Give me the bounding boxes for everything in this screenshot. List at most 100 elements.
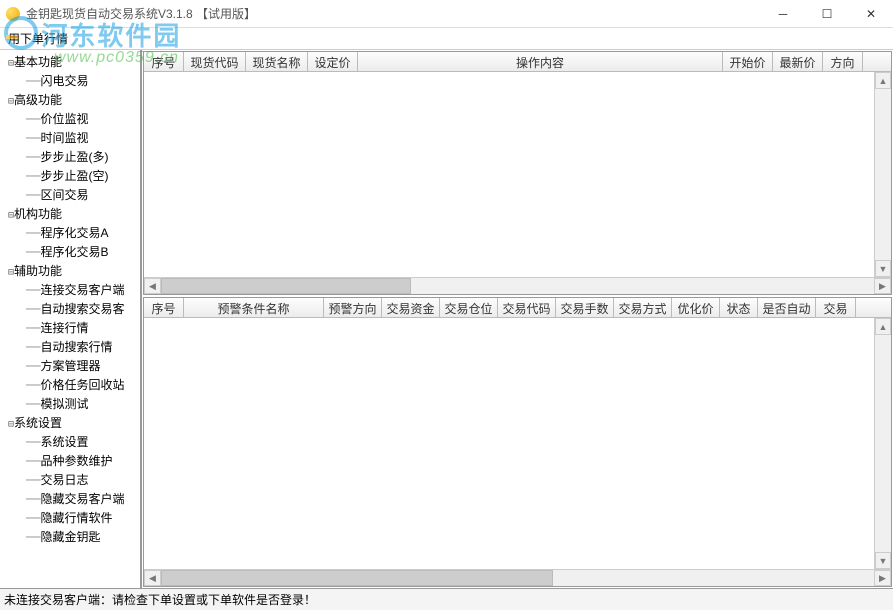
top-grid-header: 序号现货代码现货名称设定价操作内容开始价最新价方向	[144, 52, 891, 72]
tree-group-label: 辅助功能	[14, 262, 62, 279]
column-header[interactable]: 操作内容	[358, 52, 723, 71]
sidebar: 基本功能闪电交易高级功能价位监视时间监视步步止盈(多) 步步止盈(空) 区间交易机构…	[0, 50, 141, 588]
tree-item[interactable]: 品种参数维护	[0, 451, 140, 470]
tree-group[interactable]: 基本功能	[0, 52, 140, 71]
tree-item-label: 时间监视	[40, 129, 88, 146]
tree-item-label: 隐藏交易客户端	[40, 490, 124, 507]
close-button[interactable]: ✕	[849, 0, 893, 28]
column-header[interactable]: 序号	[144, 298, 184, 317]
tree-group-label: 高级功能	[14, 91, 62, 108]
tree-item[interactable]: 价格任务回收站	[0, 375, 140, 394]
column-header[interactable]: 现货代码	[184, 52, 246, 71]
tree-item[interactable]: 连接行情	[0, 318, 140, 337]
tree-item[interactable]: 闪电交易	[0, 71, 140, 90]
tree-item[interactable]: 系统设置	[0, 432, 140, 451]
bottom-grid-pane: 序号预警条件名称预警方向交易资金交易仓位交易代码交易手数交易方式优化价状态是否自…	[143, 297, 892, 587]
bottom-hscroll[interactable]: ◀ ▶	[144, 569, 891, 586]
maximize-button[interactable]: ☐	[805, 0, 849, 28]
scroll-down-icon[interactable]: ▼	[875, 552, 891, 569]
tree-item-label: 程序化交易B	[40, 243, 108, 260]
menu-order-quote[interactable]: 用下单行情	[4, 28, 72, 49]
tree-item-label: 自动搜索交易客	[40, 300, 124, 317]
tree-item[interactable]: 程序化交易B	[0, 242, 140, 261]
column-header[interactable]: 方向	[823, 52, 863, 71]
tree-item-label: 步步止盈(多)	[40, 148, 108, 165]
scroll-up-icon[interactable]: ▲	[875, 72, 891, 89]
tree-item[interactable]: 步步止盈(空)	[0, 166, 140, 185]
tree-group-label: 机构功能	[14, 205, 62, 222]
tree-group[interactable]: 辅助功能	[0, 261, 140, 280]
status-text: 未连接交易客户端：请检查下单设置或下单软件是否登录！	[4, 591, 316, 608]
tree-item-label: 交易日志	[40, 471, 88, 488]
tree-group[interactable]: 系统设置	[0, 413, 140, 432]
menubar: 用下单行情	[0, 28, 893, 50]
tree-item[interactable]: 步步止盈(多)	[0, 147, 140, 166]
scroll-up-icon[interactable]: ▲	[875, 318, 891, 335]
tree-item[interactable]: 自动搜索行情	[0, 337, 140, 356]
bottom-grid-body	[144, 318, 891, 569]
scroll-down-icon[interactable]: ▼	[875, 260, 891, 277]
scroll-left-icon[interactable]: ◀	[144, 278, 161, 294]
statusbar: 未连接交易客户端：请检查下单设置或下单软件是否登录！	[0, 588, 893, 610]
app-icon	[6, 7, 20, 21]
tree-item[interactable]: 程序化交易A	[0, 223, 140, 242]
tree-item-label: 自动搜索行情	[40, 338, 112, 355]
column-header[interactable]: 交易仓位	[440, 298, 498, 317]
tree-item-label: 程序化交易A	[40, 224, 108, 241]
column-header[interactable]: 开始价	[723, 52, 773, 71]
column-header[interactable]: 交易资金	[382, 298, 440, 317]
tree-item[interactable]: 隐藏行情软件	[0, 508, 140, 527]
column-header[interactable]: 最新价	[773, 52, 823, 71]
tree-group-label: 系统设置	[14, 414, 62, 431]
scroll-right-icon[interactable]: ▶	[874, 570, 891, 586]
column-header[interactable]: 交易代码	[498, 298, 556, 317]
minimize-button[interactable]: ─	[761, 0, 805, 28]
tree-item[interactable]: 隐藏交易客户端	[0, 489, 140, 508]
tree-item-label: 连接行情	[40, 319, 88, 336]
column-header[interactable]: 交易手数	[556, 298, 614, 317]
column-header[interactable]: 优化价	[672, 298, 720, 317]
tree-group[interactable]: 高级功能	[0, 90, 140, 109]
scroll-right-icon[interactable]: ▶	[874, 278, 891, 294]
tree-item-label: 隐藏行情软件	[40, 509, 112, 526]
column-header[interactable]: 设定价	[308, 52, 358, 71]
tree-item[interactable]: 方案管理器	[0, 356, 140, 375]
scroll-left-icon[interactable]: ◀	[144, 570, 161, 586]
column-header[interactable]: 预警条件名称	[184, 298, 324, 317]
tree-item-label: 步步止盈(空)	[40, 167, 108, 184]
tree-item-label: 区间交易	[40, 186, 88, 203]
tree-item[interactable]: 价位监视	[0, 109, 140, 128]
tree-item[interactable]: 自动搜索交易客	[0, 299, 140, 318]
tree-item[interactable]: 隐藏金钥匙	[0, 527, 140, 546]
column-header[interactable]: 是否自动	[758, 298, 816, 317]
tree-item[interactable]: 区间交易	[0, 185, 140, 204]
column-header[interactable]: 序号	[144, 52, 184, 71]
tree-item-label: 闪电交易	[40, 72, 88, 89]
column-header[interactable]: 交易	[816, 298, 856, 317]
tree-item[interactable]: 时间监视	[0, 128, 140, 147]
tree-item[interactable]: 模拟测试	[0, 394, 140, 413]
tree-item[interactable]: 交易日志	[0, 470, 140, 489]
tree-item-label: 方案管理器	[40, 357, 100, 374]
top-vscroll[interactable]: ▲ ▼	[874, 72, 891, 277]
tree-item-label: 隐藏金钥匙	[40, 528, 100, 545]
column-header[interactable]: 交易方式	[614, 298, 672, 317]
top-hscroll[interactable]: ◀ ▶	[144, 277, 891, 294]
tree-item-label: 模拟测试	[40, 395, 88, 412]
tree-item-label: 价位监视	[40, 110, 88, 127]
bottom-grid-header: 序号预警条件名称预警方向交易资金交易仓位交易代码交易手数交易方式优化价状态是否自…	[144, 298, 891, 318]
tree-item-label: 连接交易客户端	[40, 281, 124, 298]
bottom-vscroll[interactable]: ▲ ▼	[874, 318, 891, 569]
tree-item-label: 品种参数维护	[40, 452, 112, 469]
top-grid-body	[144, 72, 891, 277]
tree-item-label: 系统设置	[40, 433, 88, 450]
titlebar: 金钥匙现货自动交易系统V3.1.8 【试用版】 ─ ☐ ✕	[0, 0, 893, 28]
tree-item[interactable]: 连接交易客户端	[0, 280, 140, 299]
column-header[interactable]: 预警方向	[324, 298, 382, 317]
window-title: 金钥匙现货自动交易系统V3.1.8 【试用版】	[26, 5, 761, 22]
tree-group-label: 基本功能	[14, 53, 62, 70]
top-grid-pane: 序号现货代码现货名称设定价操作内容开始价最新价方向 ▲ ▼ ◀ ▶	[143, 51, 892, 295]
column-header[interactable]: 状态	[720, 298, 758, 317]
tree-group[interactable]: 机构功能	[0, 204, 140, 223]
column-header[interactable]: 现货名称	[246, 52, 308, 71]
